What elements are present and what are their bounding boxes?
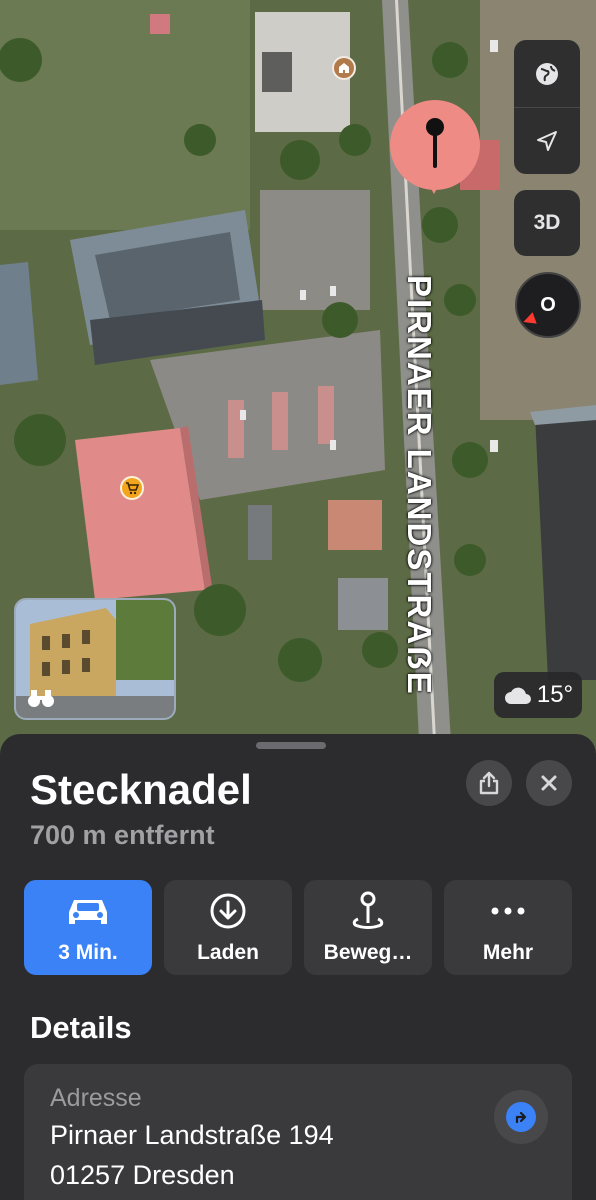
move-pin-icon [350,891,386,931]
car-icon [65,891,111,931]
cloud-icon [504,687,531,704]
details-heading: Details [30,1010,132,1045]
move-pin-button[interactable]: Beweg… [304,880,432,975]
more-label: Mehr [482,940,534,964]
download-icon [209,891,247,931]
school-icon[interactable] [332,56,356,80]
pin-head [426,118,444,136]
close-button[interactable] [526,760,572,806]
action-buttons: 3 Min. Laden Beweg… Mehr [24,880,572,975]
weather-badge[interactable]: 15° [494,672,582,718]
view-3d-button[interactable]: 3D [514,190,580,256]
more-icon [490,891,526,931]
download-button[interactable]: Laden [164,880,292,975]
more-button[interactable]: Mehr [444,880,572,975]
map-controls [514,40,580,174]
binoculars-icon [26,688,56,714]
street-label: PIRNAER LANDSTRAẞE [401,275,438,696]
address-directions-button[interactable] [494,1090,548,1144]
directions-button[interactable]: 3 Min. [24,880,152,975]
directions-label: 3 Min. [58,940,118,964]
move-pin-label: Beweg… [323,940,413,964]
address-line-1: Pirnaer Landstraße 194 [50,1120,334,1150]
turn-arrow-icon [506,1102,536,1132]
look-around-preview[interactable] [14,598,176,720]
weather-temperature: 15° [536,681,574,708]
compass[interactable]: O [515,272,581,338]
globe-icon[interactable] [514,40,580,107]
place-sheet: Stecknadel 700 m entfernt 3 Min. Laden B… [0,734,596,1200]
share-icon [479,771,499,795]
close-icon [541,775,557,791]
sheet-grabber[interactable] [256,742,326,749]
address-line-2: 01257 Dresden [50,1160,235,1190]
download-label: Laden [197,940,259,964]
map-view[interactable]: PIRNAER LANDSTRAẞE 3D O 15° [0,0,596,760]
address-card[interactable]: Adresse Pirnaer Landstraße 194 01257 Dre… [24,1064,572,1200]
address-label: Adresse [50,1084,142,1112]
share-button[interactable] [466,760,512,806]
distance-label: 700 m entfernt [30,820,215,850]
pin-tail [424,176,444,194]
location-arrow-icon[interactable] [514,107,580,174]
shopping-cart-icon[interactable] [120,476,144,500]
dropped-pin[interactable] [388,100,482,200]
compass-needle [521,312,537,328]
compass-label: O [540,293,556,316]
place-title: Stecknadel [30,766,252,813]
